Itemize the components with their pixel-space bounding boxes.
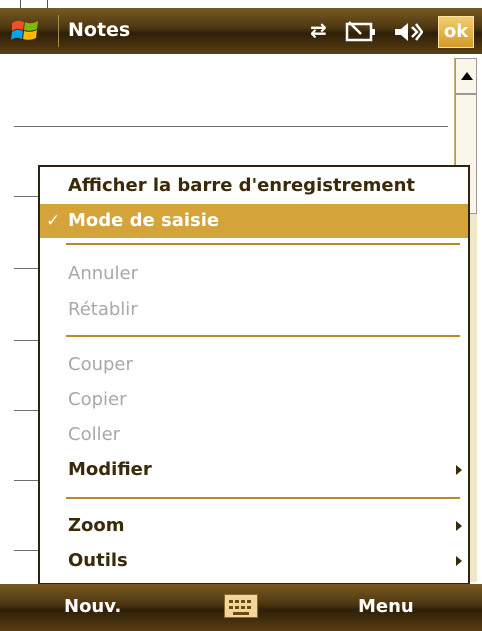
menu-item-annuler: Annuler [68,263,139,284]
menu-item-modifier[interactable]: Modifier [40,453,468,487]
menu-item-retablir: Rétablir [68,299,138,320]
ok-button[interactable]: ok [438,16,474,48]
note-ruled-line [14,126,448,127]
app-title: Notes [68,19,131,41]
scroll-up-button[interactable] [455,58,477,94]
submenu-arrow-icon [456,465,462,475]
menu-item-mode-de-saisie[interactable]: ✓ Mode de saisie [40,204,468,238]
title-bar: Notes ⇄ ok [0,8,482,54]
volume-icon[interactable] [393,21,423,43]
menu-item-outils[interactable]: Outils [40,544,468,578]
menu-item-coller: Coller [68,424,121,445]
note-ruled-line [14,268,38,269]
menu-separator [66,243,460,245]
submenu-arrow-icon [456,521,462,531]
note-ruled-line [14,410,38,411]
note-ruled-line [14,550,38,551]
note-ruled-line [14,480,38,481]
context-menu: Afficher la barre d'enregistrement ✓ Mod… [38,165,470,585]
softkey-bar: Nouv. Menu [0,584,482,631]
note-ruled-line [14,196,38,197]
softkey-left-new[interactable]: Nouv. [64,596,121,617]
keyboard-icon[interactable] [224,594,258,618]
softkey-right-menu[interactable]: Menu [358,596,414,617]
submenu-arrow-icon [456,556,462,566]
menu-item-copier: Copier [68,389,127,410]
title-separator [58,15,59,47]
connectivity-icon[interactable]: ⇄ [310,19,327,41]
menu-item-afficher-barre-enregistrement[interactable]: Afficher la barre d'enregistrement [40,169,468,203]
menu-separator [66,497,460,499]
windows-start-icon[interactable] [10,17,40,45]
battery-icon[interactable] [345,20,377,44]
menu-item-couper: Couper [68,354,133,375]
menu-item-zoom[interactable]: Zoom [40,509,468,543]
checkmark-icon: ✓ [46,211,61,231]
menu-separator [66,335,460,337]
note-ruled-line [14,340,38,341]
